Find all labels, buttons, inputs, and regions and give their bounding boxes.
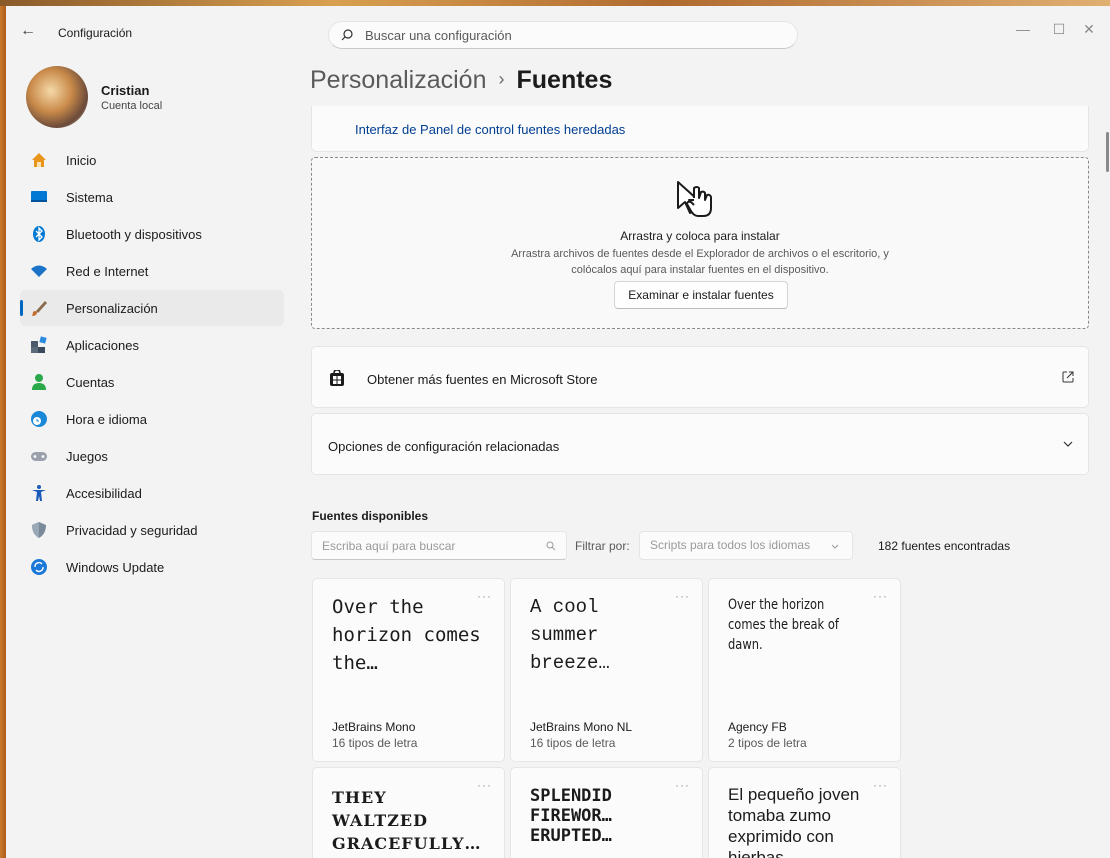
font-card[interactable]: ··· Over the horizon comes the… JetBrain… — [312, 578, 505, 762]
legacy-control-panel-link[interactable]: Interfaz de Panel de control fuentes her… — [355, 122, 625, 137]
sidebar-item-inicio[interactable]: Inicio — [20, 142, 284, 178]
account-icon — [30, 373, 48, 391]
search-icon — [546, 541, 556, 551]
font-sample: THEY WALTZED GRACEFULLY… — [332, 788, 482, 853]
sidebar-item-juegos[interactable]: Juegos — [20, 438, 284, 474]
more-options-icon[interactable]: ··· — [675, 589, 690, 603]
more-options-icon[interactable]: ··· — [675, 778, 690, 792]
filter-label: Filtrar por: — [575, 539, 630, 553]
drop-zone-desc-line2: colócalos aquí para instalar fuentes en … — [571, 264, 829, 276]
close-button[interactable]: ✕ — [1066, 14, 1110, 44]
sidebar-item-personalizacion[interactable]: Personalización — [20, 290, 284, 326]
breadcrumb-separator: › — [498, 69, 505, 89]
external-link-icon — [1062, 371, 1074, 383]
breadcrumb-parent[interactable]: Personalización — [310, 66, 487, 94]
font-card[interactable]: ··· El pequeño joven tomaba zumo exprimi… — [708, 767, 901, 858]
store-icon — [330, 370, 344, 386]
sidebar-item-label: Juegos — [66, 448, 108, 464]
brush-icon — [30, 299, 48, 317]
drop-zone-desc-line1: Arrastra archivos de fuentes desde el Ex… — [511, 248, 889, 260]
font-sample: El pequeño joven tomaba zumo exprimido c… — [728, 785, 860, 858]
breadcrumb-current: Fuentes — [516, 66, 613, 94]
accessibility-icon — [30, 484, 48, 502]
time-language-icon — [30, 410, 48, 428]
settings-search-input[interactable] — [365, 27, 765, 43]
home-icon — [30, 151, 48, 169]
sidebar-item-label: Personalización — [66, 300, 158, 316]
font-styles-count: 16 tipos de letra — [332, 736, 418, 750]
font-sample: SPLENDID FIREWOR… ERUPTED… — [530, 786, 612, 846]
back-button[interactable]: ← — [20, 22, 44, 44]
available-fonts-title: Fuentes disponibles — [312, 509, 429, 523]
font-card[interactable]: ··· SPLENDID FIREWOR… ERUPTED… — [510, 767, 703, 858]
microsoft-store-fonts-card[interactable]: Obtener más fuentes en Microsoft Store — [311, 346, 1089, 408]
font-sample: A cool summer breeze… — [530, 596, 610, 674]
font-name: JetBrains Mono — [332, 720, 416, 734]
sidebar-item-label: Hora e idioma — [66, 411, 147, 427]
browse-install-fonts-button[interactable]: Examinar e instalar fuentes — [614, 281, 788, 309]
font-styles-count: 16 tipos de letra — [530, 736, 616, 750]
drop-zone-title: Arrastra y coloca para instalar — [620, 229, 780, 243]
wifi-icon — [30, 262, 48, 280]
shield-icon — [30, 521, 48, 539]
sidebar-item-label: Cuentas — [66, 374, 115, 390]
user-name: Cristian — [101, 83, 150, 98]
search-icon — [341, 29, 353, 41]
font-sample: Over the horizon comes the… — [332, 596, 481, 674]
sidebar-item-cuentas[interactable]: Cuentas — [20, 364, 284, 400]
filter-selected-value: Scripts para todos los idiomas — [650, 538, 811, 552]
related-settings-card[interactable]: Opciones de configuración relacionadas — [311, 413, 1089, 475]
sidebar-item-hora[interactable]: Hora e idioma — [20, 401, 284, 437]
settings-search-box[interactable] — [328, 21, 798, 49]
font-search-input[interactable] — [322, 538, 538, 553]
page-title: Personalización › Fuentes — [310, 66, 612, 95]
sidebar-item-label: Inicio — [66, 152, 97, 168]
sidebar-item-label: Accesibilidad — [66, 485, 142, 501]
scrollbar-thumb[interactable] — [1106, 132, 1109, 172]
font-styles-count: 2 tipos de letra — [728, 736, 807, 750]
more-options-icon[interactable]: ··· — [873, 589, 888, 603]
font-sample: Over the horizon comes the break of dawn… — [728, 597, 839, 653]
store-link-label: Obtener más fuentes en Microsoft Store — [367, 372, 598, 387]
gamepad-icon — [30, 447, 48, 465]
title-bar: ← Configuración — ☐ ✕ — [6, 6, 1110, 54]
chevron-down-icon — [831, 544, 839, 549]
font-search-box[interactable] — [311, 531, 567, 560]
font-card[interactable]: ··· THEY WALTZED GRACEFULLY… — [312, 767, 505, 858]
font-name: Agency FB — [728, 720, 787, 734]
chevron-down-icon — [1063, 441, 1073, 447]
apps-icon — [30, 336, 48, 354]
app-title: Configuración — [58, 26, 133, 40]
account-type: Cuenta local — [101, 100, 163, 112]
avatar[interactable] — [26, 66, 88, 128]
sidebar-item-privacidad[interactable]: Privacidad y seguridad — [20, 512, 284, 548]
sidebar-item-aplicaciones[interactable]: Aplicaciones — [20, 327, 284, 363]
legacy-fonts-card: Interfaz de Panel de control fuentes her… — [311, 106, 1089, 152]
sidebar-item-label: Bluetooth y dispositivos — [66, 226, 202, 242]
related-settings-label: Opciones de configuración relacionadas — [328, 439, 560, 454]
font-name: JetBrains Mono NL — [530, 720, 633, 734]
sidebar-item-label: Windows Update — [66, 559, 165, 575]
drag-hand-icon — [677, 181, 712, 217]
drop-zone-description: Arrastra archivos de fuentes desde el Ex… — [312, 246, 1088, 278]
sidebar-item-bluetooth[interactable]: Bluetooth y dispositivos — [20, 216, 284, 252]
sidebar-nav: Inicio Sistema Bluetooth y dispositivos … — [20, 142, 284, 586]
font-drop-zone[interactable]: Arrastra y coloca para instalar Arrastra… — [311, 157, 1089, 329]
system-icon — [30, 188, 48, 206]
sidebar-item-windows-update[interactable]: Windows Update — [20, 549, 284, 585]
script-filter-dropdown[interactable]: Scripts para todos los idiomas — [639, 531, 853, 560]
sidebar-item-accesibilidad[interactable]: Accesibilidad — [20, 475, 284, 511]
update-icon — [30, 558, 48, 576]
bluetooth-icon — [30, 225, 48, 243]
sidebar-item-sistema[interactable]: Sistema — [20, 179, 284, 215]
font-card[interactable]: ··· A cool summer breeze… JetBrains Mono… — [510, 578, 703, 762]
sidebar-item-red[interactable]: Red e Internet — [20, 253, 284, 289]
sidebar-item-label: Aplicaciones — [66, 337, 139, 353]
font-card[interactable]: ··· Over the horizon comes the break of … — [708, 578, 901, 762]
sidebar-item-label: Privacidad y seguridad — [66, 522, 198, 538]
settings-window: ← Configuración — ☐ ✕ Cristian Cuenta lo… — [6, 6, 1110, 858]
sidebar-item-label: Sistema — [66, 189, 113, 205]
sidebar-item-label: Red e Internet — [66, 263, 149, 279]
fonts-found-count: 182 fuentes encontradas — [878, 539, 1011, 553]
